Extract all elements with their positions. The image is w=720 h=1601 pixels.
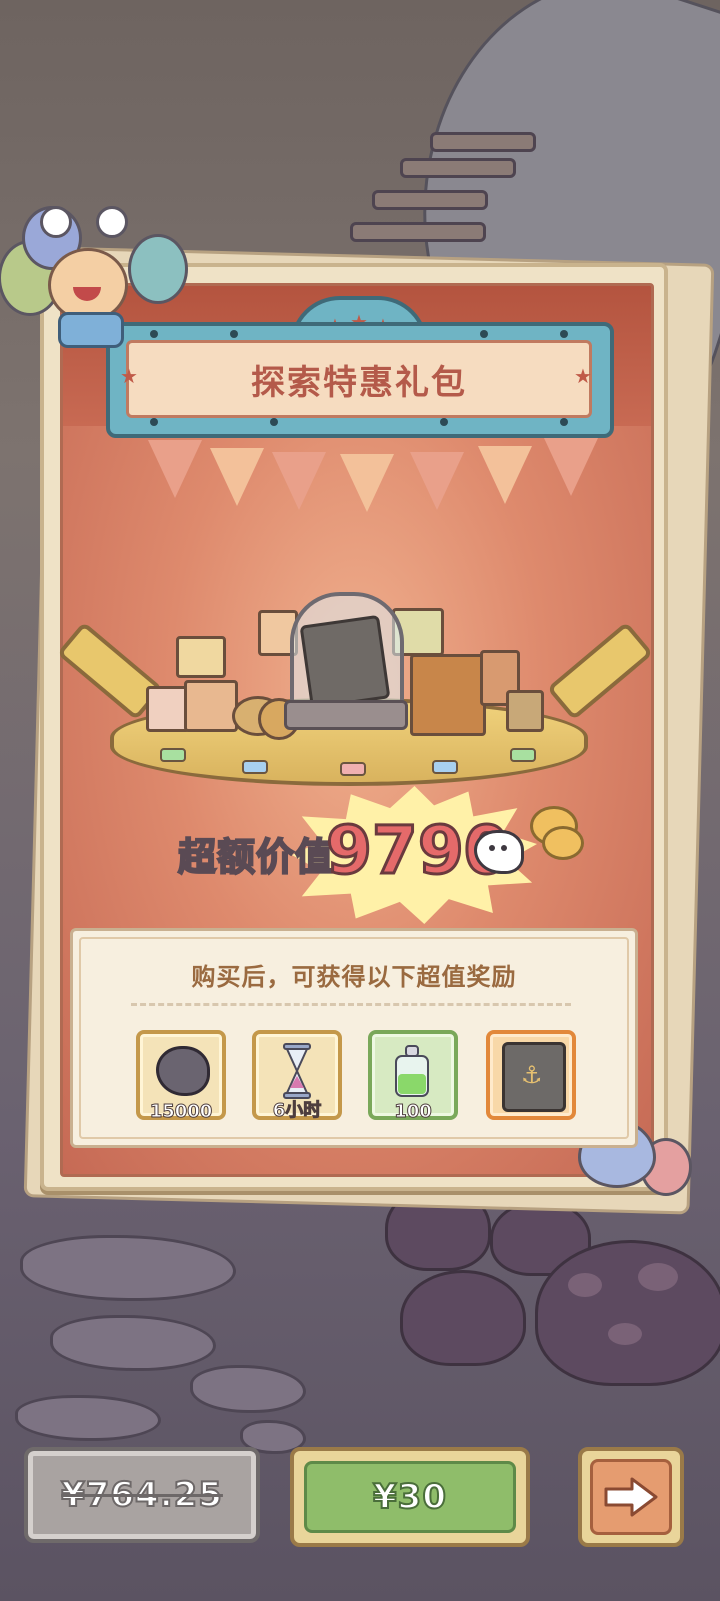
stage-light	[510, 748, 536, 762]
wooden-step	[430, 132, 536, 152]
snail-mascot-icon	[48, 248, 128, 322]
wooden-step	[350, 222, 486, 242]
ghost-eye	[501, 845, 507, 851]
mushroom	[400, 1270, 526, 1366]
gift-box-icon	[506, 690, 544, 732]
star-icon: ★	[120, 364, 138, 388]
mushroom-spot	[608, 1323, 642, 1345]
value-label: 超额价值	[177, 834, 335, 880]
anchor-book-icon: ⚓	[502, 1042, 566, 1112]
buy-button[interactable]: ¥30	[290, 1447, 530, 1547]
package-icon	[184, 680, 238, 732]
reward-count: 15000	[149, 1101, 213, 1123]
original-price: ¥764.25	[60, 1474, 223, 1516]
rewards-heading: 购买后，可获得以下超值奖励	[191, 963, 517, 991]
arrow-right-icon	[604, 1477, 658, 1517]
star-icon: ★	[574, 364, 592, 388]
wooden-step	[372, 190, 488, 210]
stage-light	[340, 762, 366, 776]
mushroom-spot	[568, 1273, 602, 1297]
next-button[interactable]	[578, 1447, 684, 1547]
hourglass-icon	[283, 1043, 311, 1099]
snail-eye	[96, 206, 128, 238]
reward-count: 6小时	[272, 1100, 322, 1122]
anchor-book-icon	[299, 614, 391, 710]
sign-bulb	[230, 330, 238, 338]
stage-light	[242, 760, 268, 774]
reward-item[interactable]: ⚓	[486, 1030, 576, 1120]
wooden-step	[400, 158, 516, 178]
ribbon-bow-icon	[58, 312, 124, 348]
reward-item[interactable]: 100	[368, 1030, 458, 1123]
sign-bulb	[480, 330, 488, 338]
reward-item[interactable]: 6小时	[252, 1030, 342, 1122]
sign-bulb	[270, 418, 278, 426]
ghost-currency-icon	[474, 830, 524, 874]
title-sign: 探索特惠礼包 ★ ★	[106, 322, 614, 438]
sign-bulb	[440, 418, 448, 426]
divider	[131, 1003, 571, 1006]
page-title: 探索特惠礼包	[251, 362, 467, 403]
buy-price: ¥30	[372, 1476, 447, 1518]
buy-button-face[interactable]: ¥30	[304, 1461, 516, 1533]
ghost-token-icon	[156, 1046, 210, 1096]
next-button-face[interactable]	[590, 1459, 672, 1535]
stage-light	[432, 760, 458, 774]
original-price-button: ¥764.25	[24, 1447, 260, 1543]
potion-bottle-icon	[395, 1045, 429, 1097]
anchor-icon: ⚓	[521, 1061, 543, 1089]
sign-bulb	[560, 330, 568, 338]
balloon	[128, 234, 188, 304]
ghost-eye	[489, 845, 495, 851]
sign-bulb	[560, 418, 568, 426]
reward-count: 100	[394, 1101, 433, 1123]
reward-item[interactable]: 15000	[136, 1030, 226, 1123]
title-plate: 探索特惠礼包	[126, 340, 592, 418]
stage-light	[160, 748, 186, 762]
snail-eye	[40, 206, 72, 238]
dome-base	[284, 700, 408, 730]
coin-icon	[542, 826, 584, 860]
mushroom	[535, 1240, 720, 1386]
sign-bulb	[150, 418, 158, 426]
ticket-icon	[176, 636, 226, 678]
sign-bulb	[150, 330, 158, 338]
mushroom-spot	[638, 1263, 678, 1291]
snail-mouth	[73, 287, 101, 301]
wrapped-gift-icon	[410, 654, 486, 736]
